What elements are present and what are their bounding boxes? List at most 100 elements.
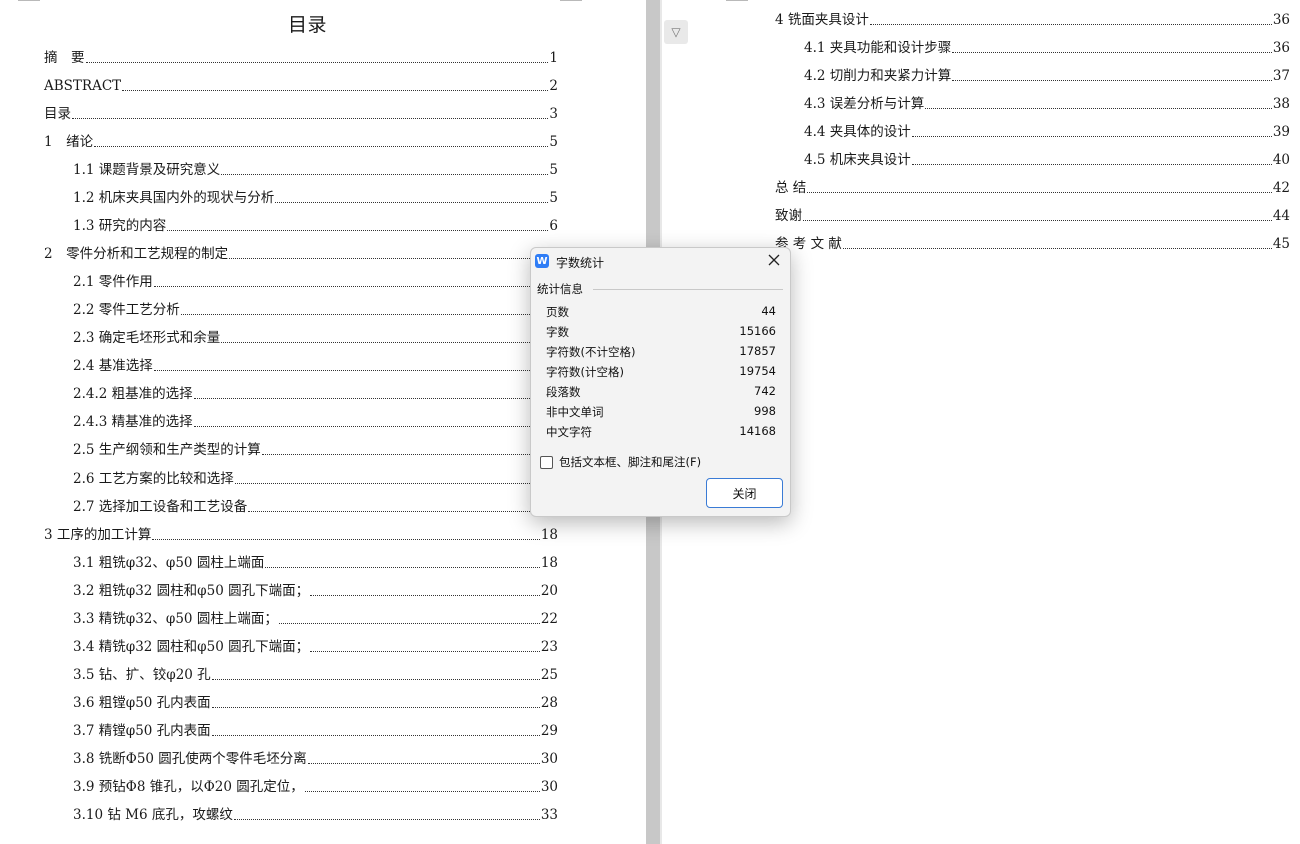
toc-entry-label: 4.4 夹具体的设计	[804, 124, 911, 140]
toc-entry[interactable]: 2.1 零件作用8	[73, 269, 558, 291]
toc-entry[interactable]: 3.4 精铣φ32 圆柱和φ50 圆孔下端面； 23	[73, 634, 558, 656]
toc-entry[interactable]: 目录 3	[44, 101, 558, 123]
dialog-titlebar[interactable]: W 字数统计	[531, 248, 790, 274]
toc-entry-page: 6	[549, 218, 558, 234]
toc-entry[interactable]: 4.2 切削力和夹紧力计算 37	[804, 63, 1290, 85]
toc-leader-dots	[261, 453, 540, 455]
toc-entry[interactable]: 3.8 铣断Φ50 圆孔使两个零件毛坯分离 30	[73, 746, 558, 768]
toc-entry[interactable]: 1.2 机床夹具国内外的现状与分析 5	[73, 185, 558, 207]
toc-entry-label: 2.3 确定毛坯形式和余量	[73, 330, 221, 346]
toc-leader-dots	[85, 61, 549, 63]
toc-entry-label: 3.6 粗镗φ50 孔内表面	[73, 695, 211, 711]
stat-label: 段落数	[546, 385, 581, 399]
toc-entry-page: 45	[1272, 236, 1290, 252]
toc-entry[interactable]: 2.4 基准选择10	[73, 353, 558, 375]
dialog-title: 字数统计	[556, 256, 605, 270]
toc-entry-page: 29	[540, 723, 558, 739]
toc-leader-dots	[807, 191, 1272, 193]
toc-entry[interactable]: 3.10 钻 M6 底孔，攻螺纹 33	[73, 802, 558, 824]
include-textbox-footnote-option[interactable]: 包括文本框、脚注和尾注(F)	[540, 454, 701, 470]
toc-entry[interactable]: 4.1 夹具功能和设计步骤 36	[804, 35, 1290, 57]
toc-entry[interactable]: 3.1 粗铣φ32、φ50 圆柱上端面 18	[73, 550, 558, 572]
toc-entry[interactable]: 参 考 文 献 45	[775, 231, 1290, 253]
toc-entry-page: 39	[1272, 124, 1290, 140]
toc-entry[interactable]: 3.7 精镗φ50 孔内表面 29	[73, 718, 558, 740]
stat-row: 字数 15166	[546, 322, 776, 342]
toc-entry-label: 总 结	[775, 180, 807, 196]
toc-entry[interactable]: 2.5 生产纲领和生产类型的计算12	[73, 437, 558, 459]
toc-entry[interactable]: 致谢 44	[775, 203, 1290, 225]
toc-entry[interactable]: 2.4.3 精基准的选择11	[73, 409, 558, 431]
toc-entry[interactable]: 3.2 粗铣φ32 圆柱和φ50 圆孔下端面； 20	[73, 578, 558, 600]
toc-entry-page: 30	[540, 751, 558, 767]
toc-leader-dots	[211, 706, 540, 708]
toc-entry[interactable]: 1 绪论 5	[44, 129, 558, 151]
toc-entry[interactable]: 2.4.2 粗基准的选择10	[73, 381, 558, 403]
toc-entry[interactable]: 2.2 零件工艺分析8	[73, 297, 558, 319]
toc-entry[interactable]: 1.3 研究的内容 6	[73, 213, 558, 235]
toc-leader-dots	[310, 650, 540, 652]
toc-entry[interactable]: 3.9 预钻Φ8 锥孔，以Φ20 圆孔定位， 30	[73, 774, 558, 796]
toc-entry-label: 3.2 粗铣φ32 圆柱和φ50 圆孔下端面；	[73, 583, 310, 599]
toc-entry[interactable]: 1.1 课题背景及研究意义 5	[73, 157, 558, 179]
toc-entry-label: 4.5 机床夹具设计	[804, 152, 911, 168]
toc-entry-page: 23	[540, 639, 558, 655]
page-corner-mark	[560, 0, 582, 4]
toc-entry[interactable]: 4.4 夹具体的设计 39	[804, 119, 1290, 141]
close-button[interactable]: 关闭	[706, 478, 783, 508]
toc-leader-dots	[925, 107, 1272, 109]
toc-leader-dots	[72, 117, 549, 119]
toc-entry-label: 2.4.3 精基准的选择	[73, 414, 193, 430]
toc-entry-page: 40	[1272, 152, 1290, 168]
toc-entry-page: 28	[540, 695, 558, 711]
include-checkbox[interactable]	[540, 455, 553, 469]
stat-label: 字数	[546, 325, 569, 339]
toc-leader-dots	[94, 145, 549, 147]
toc-entry-page: 5	[549, 190, 558, 206]
toc-entry-label: ABSTRACT	[44, 78, 122, 94]
toc-entry-label: 4.2 切削力和夹紧力计算	[804, 68, 952, 84]
toc-leader-dots	[278, 622, 540, 624]
toc-entry-page: 36	[1272, 12, 1290, 28]
toc-entry-label: 1 绪论	[44, 134, 94, 150]
toc-entry[interactable]: 3.6 粗镗φ50 孔内表面 28	[73, 690, 558, 712]
toc-leader-dots	[211, 678, 540, 680]
toc-entry-label: 2.5 生产纲领和生产类型的计算	[73, 442, 261, 458]
toc-entry-label: 4 铣面夹具设计	[775, 12, 869, 28]
toc-entry-label: 致谢	[775, 208, 802, 224]
word-count-dialog: W 字数统计 统计信息 页数 44 字数 15166 字符数(不计空格) 178…	[530, 247, 791, 517]
toc-entry[interactable]: 2.7 选择加工设备和工艺设备16	[73, 494, 558, 516]
toc-leader-dots	[952, 51, 1272, 53]
toc-entry[interactable]: 总 结 42	[775, 175, 1290, 197]
toc-entry[interactable]: 2.6 工艺方案的比较和选择13	[73, 466, 558, 488]
toc-entry-label: 3.3 精铣φ32、φ50 圆柱上端面；	[73, 611, 278, 627]
toc-leader-dots	[193, 397, 540, 399]
toc-leader-dots	[153, 285, 549, 287]
toc-entry[interactable]: 4.3 误差分析与计算 38	[804, 91, 1290, 113]
toc-entry-label: 3.10 钻 M6 底孔，攻螺纹	[73, 807, 233, 823]
toc-entry-label: 2.2 零件工艺分析	[73, 302, 180, 318]
collapse-toggle-button[interactable]: ▽	[664, 20, 688, 44]
toc-leader-dots	[304, 790, 540, 792]
stat-row: 段落数 742	[546, 382, 776, 402]
toc-entry-label: 摘 要	[44, 50, 85, 66]
toc-entry-label: 目录	[44, 106, 71, 122]
toc-entry[interactable]: 3 工序的加工计算 18	[44, 522, 558, 544]
toc-entry-page: 44	[1272, 208, 1290, 224]
toc-leader-dots	[153, 369, 540, 371]
stat-label: 字符数(计空格)	[546, 365, 624, 379]
toc-entry-label: 4.3 误差分析与计算	[804, 96, 925, 112]
toc-entry-page: 30	[540, 779, 558, 795]
toc-entry[interactable]: 摘 要 1	[44, 45, 558, 67]
toc-entry[interactable]: 2 零件分析和工艺规程的制定8	[44, 241, 558, 263]
toc-entry[interactable]: 3.3 精铣φ32、φ50 圆柱上端面； 22	[73, 606, 558, 628]
toc-leader-dots	[952, 79, 1272, 81]
toc-entry[interactable]: ABSTRACT 2	[44, 73, 558, 95]
close-icon[interactable]	[766, 252, 782, 268]
toc-entry[interactable]: 4.5 机床夹具设计 40	[804, 147, 1290, 169]
stat-row: 字符数(不计空格) 17857	[546, 342, 776, 362]
toc-entry-page: 5	[549, 134, 558, 150]
toc-entry[interactable]: 2.3 确定毛坯形式和余量9	[73, 325, 558, 347]
toc-entry[interactable]: 4 铣面夹具设计 36	[775, 7, 1290, 29]
toc-entry[interactable]: 3.5 钻、扩、铰φ20 孔 25	[73, 662, 558, 684]
